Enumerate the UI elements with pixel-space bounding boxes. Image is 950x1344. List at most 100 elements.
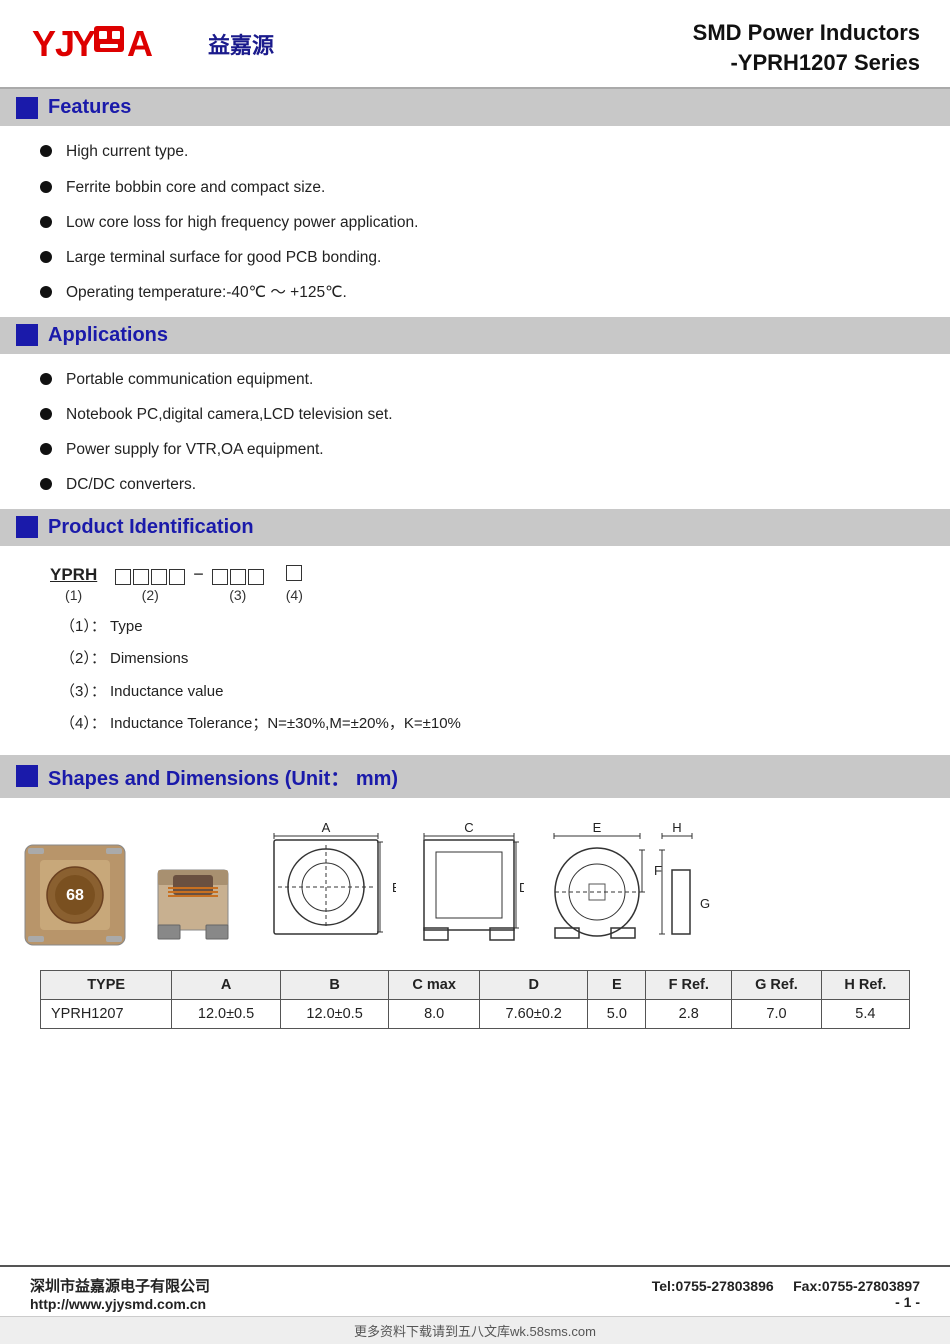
applications-content: Portable communication equipment. Notebo…	[0, 354, 950, 507]
bullet-icon	[40, 251, 52, 263]
cell-gref: 7.0	[732, 999, 821, 1028]
col-a: A	[172, 970, 281, 999]
product-id-diagram: YPRH (1) (2) −	[0, 546, 950, 753]
table-header-row: TYPE A B C max D E F Ref. G Ref. H Ref.	[41, 970, 910, 999]
component-photo-1: 68	[20, 840, 130, 950]
bullet-icon	[40, 478, 52, 490]
col-b: B	[280, 970, 389, 999]
fax: Fax:0755-27803897	[793, 1278, 920, 1294]
page-number: - 1 -	[652, 1294, 920, 1310]
cell-e: 5.0	[588, 999, 646, 1028]
pid-num: （1）：	[60, 618, 106, 635]
col-gref: G Ref.	[732, 970, 821, 999]
footer: 深圳市益嘉源电子有限公司 http://www.yjysmd.com.cn Te…	[0, 1265, 950, 1316]
component-photo-2	[148, 840, 238, 950]
bullet-icon	[40, 216, 52, 228]
svg-text:Y: Y	[32, 23, 56, 64]
contact-info: Tel:0755-27803896 Fax:0755-27803897	[652, 1278, 920, 1294]
cell-cmax: 8.0	[389, 999, 480, 1028]
svg-text:G: G	[700, 896, 710, 911]
logo-icon: Y J Y A	[30, 18, 190, 70]
table-row: YPRH1207 12.0±0.5 12.0±0.5 8.0 7.60±0.2 …	[41, 999, 910, 1028]
col-cmax: C max	[389, 970, 480, 999]
shapes-diagrams: 68	[0, 798, 950, 1029]
page: Y J Y A 益嘉源 SMD Power Inductors -YPRH120…	[0, 0, 950, 1344]
pid-box	[212, 569, 228, 585]
applications-title: Applications	[48, 324, 168, 347]
cell-fref: 2.8	[646, 999, 732, 1028]
bullet-icon	[40, 373, 52, 385]
footer-right: Tel:0755-27803896 Fax:0755-27803897 - 1 …	[652, 1278, 920, 1310]
dimensions-table: TYPE A B C max D E F Ref. G Ref. H Ref. …	[40, 970, 910, 1029]
svg-text:F: F	[654, 863, 662, 878]
shapes-section: Shapes and Dimensions (Unit： mm) 68	[0, 755, 950, 1029]
features-title: Features	[48, 96, 131, 119]
pid-box	[169, 569, 185, 585]
cell-d: 7.60±0.2	[479, 999, 588, 1028]
cell-type: YPRH1207	[41, 999, 172, 1028]
bullet-icon	[40, 286, 52, 298]
header: Y J Y A 益嘉源 SMD Power Inductors -YPRH120…	[0, 0, 950, 89]
pid-label-3: (3)	[229, 587, 246, 603]
pid-box	[248, 569, 264, 585]
bullet-icon	[40, 145, 52, 157]
company-name: 深圳市益嘉源电子有限公司	[30, 1275, 210, 1296]
pid-desc-item: （1）： Type	[60, 611, 930, 644]
col-type: TYPE	[41, 970, 172, 999]
product-id-title: Product Identification	[48, 516, 254, 539]
logo-area: Y J Y A 益嘉源	[30, 18, 274, 70]
bullet-icon	[40, 408, 52, 420]
pid-desc-item: （2）： Dimensions	[60, 643, 930, 676]
svg-text:D: D	[519, 880, 524, 895]
bullet-icon	[40, 443, 52, 455]
list-item: High current type.	[30, 134, 920, 169]
features-header: Features	[0, 89, 950, 126]
shapes-icon	[16, 765, 38, 787]
applications-list: Portable communication equipment. Notebo…	[30, 354, 920, 507]
pid-label-2: (2)	[142, 587, 159, 603]
features-content: High current type. Ferrite bobbin core a…	[0, 126, 950, 314]
pid-box	[133, 569, 149, 585]
pid-desc-item: （3）： Inductance value	[60, 676, 930, 709]
applications-icon	[16, 324, 38, 346]
pid-yprh: YPRH	[50, 565, 97, 587]
logo-cn-text: 益嘉源	[208, 28, 274, 60]
pid-label-1: (1)	[65, 587, 82, 603]
col-href: H Ref.	[821, 970, 909, 999]
applications-header: Applications	[0, 317, 950, 354]
list-item: Ferrite bobbin core and compact size.	[30, 170, 920, 205]
svg-text:E: E	[593, 820, 602, 835]
cell-a: 12.0±0.5	[172, 999, 281, 1028]
watermark: 更多资料下载请到五八文库wk.58sms.com	[0, 1316, 950, 1344]
svg-text:Y: Y	[72, 23, 96, 64]
pid-desc-item: （4）： Inductance Tolerance；N=±30%,M=±20%，…	[60, 708, 930, 741]
list-item: Portable communication equipment.	[30, 362, 920, 397]
product-id-section: Product Identification YPRH (1)	[0, 509, 950, 753]
bullet-icon	[40, 181, 52, 193]
tel: Tel:0755-27803896	[652, 1278, 774, 1294]
svg-text:H: H	[672, 820, 681, 835]
pid-label-4: (4)	[286, 587, 303, 603]
product-title: SMD Power Inductors -YPRH1207 Series	[693, 18, 920, 77]
shapes-title: Shapes and Dimensions (Unit： mm)	[48, 762, 398, 791]
list-item: Low core loss for high frequency power a…	[30, 205, 920, 240]
features-list: High current type. Ferrite bobbin core a…	[30, 126, 920, 314]
pid-desc-list: （1）： Type （2）： Dimensions （3）： Inductanc…	[30, 603, 930, 745]
pid-box	[230, 569, 246, 585]
footer-left: 深圳市益嘉源电子有限公司 http://www.yjysmd.com.cn	[30, 1275, 210, 1312]
svg-text:A: A	[127, 23, 153, 64]
cell-b: 12.0±0.5	[280, 999, 389, 1028]
product-id-header: Product Identification	[0, 509, 950, 546]
shapes-header: Shapes and Dimensions (Unit： mm)	[0, 755, 950, 798]
list-item: Notebook PC,digital camera,LCD televisio…	[30, 397, 920, 432]
shapes-images-row: 68	[20, 810, 930, 960]
applications-section: Applications Portable communication equi…	[0, 317, 950, 507]
pid-num: （4）：	[60, 715, 106, 732]
dimension-diagram-side: E F H	[542, 820, 712, 950]
svg-text:A: A	[322, 820, 331, 835]
svg-text:68: 68	[66, 887, 84, 904]
website: http://www.yjysmd.com.cn	[30, 1296, 210, 1312]
cell-href: 5.4	[821, 999, 909, 1028]
pid-box	[286, 565, 302, 581]
list-item: Operating temperature:-40℃ ～ +125℃.	[30, 275, 920, 310]
